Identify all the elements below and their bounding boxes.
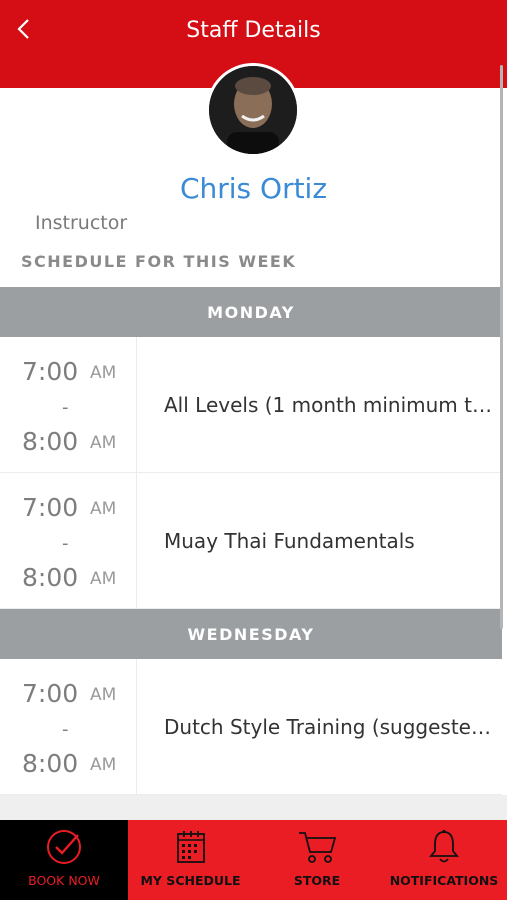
class-row[interactable]: 7:00 AM - 8:00 AM Muay Thai Fundamentals (0, 473, 502, 609)
schedule-heading: SCHEDULE FOR THIS WEEK (21, 252, 297, 271)
tab-store[interactable]: STORE (253, 820, 381, 900)
end-ampm: AM (90, 433, 117, 453)
bottom-tab-bar: BOOK NOW MY SCHEDULE STORE NOTIFICATIONS (0, 820, 507, 900)
tab-label: MY SCHEDULE (140, 873, 241, 888)
staff-photo (209, 66, 297, 154)
bell-icon (429, 829, 459, 863)
schedule-list: MONDAY 7:00 AM - 8:00 AM All Levels (1 m… (0, 287, 502, 795)
calendar-icon (176, 831, 205, 863)
class-row[interactable]: 7:00 AM - 8:00 AM All Levels (1 month mi… (0, 337, 502, 473)
page-title: Staff Details (186, 18, 321, 43)
start-ampm: AM (90, 685, 117, 705)
start-time: 7:00 (22, 493, 79, 522)
day-header-wednesday: WEDNESDAY (0, 609, 502, 659)
end-time: 8:00 (22, 749, 79, 778)
check-circle-icon (47, 830, 81, 864)
class-time: 7:00 AM - 8:00 AM (0, 659, 137, 794)
scrollbar[interactable] (500, 65, 503, 629)
tab-my-schedule[interactable]: MY SCHEDULE (128, 820, 253, 900)
end-ampm: AM (90, 569, 117, 589)
cart-icon (299, 832, 337, 863)
time-separator: - (62, 397, 69, 418)
class-row[interactable]: 7:00 AM - 8:00 AM Dutch Style Training (… (0, 659, 502, 795)
start-time: 7:00 (22, 357, 79, 386)
class-name: Muay Thai Fundamentals (164, 528, 415, 553)
time-separator: - (62, 719, 69, 740)
tab-notifications[interactable]: NOTIFICATIONS (381, 820, 507, 900)
day-header-monday: MONDAY (0, 287, 502, 337)
class-name: All Levels (1 month minimum tr... (164, 392, 496, 417)
class-time: 7:00 AM - 8:00 AM (0, 473, 137, 608)
end-ampm: AM (90, 755, 117, 775)
time-separator: - (62, 533, 69, 554)
tab-label: STORE (293, 873, 341, 888)
start-time: 7:00 (22, 679, 79, 708)
tab-book-now[interactable]: BOOK NOW (0, 820, 128, 900)
avatar (206, 63, 300, 157)
class-time: 7:00 AM - 8:00 AM (0, 337, 137, 472)
start-ampm: AM (90, 499, 117, 519)
end-time: 8:00 (22, 427, 79, 456)
end-time: 8:00 (22, 563, 79, 592)
staff-name: Chris Ortiz (179, 172, 328, 205)
class-name: Dutch Style Training (suggested... (164, 714, 496, 739)
start-ampm: AM (90, 363, 117, 383)
tab-label: BOOK NOW (28, 873, 100, 888)
list-footer-space (0, 795, 507, 820)
staff-role: Instructor (35, 212, 128, 234)
tab-label: NOTIFICATIONS (389, 873, 499, 888)
